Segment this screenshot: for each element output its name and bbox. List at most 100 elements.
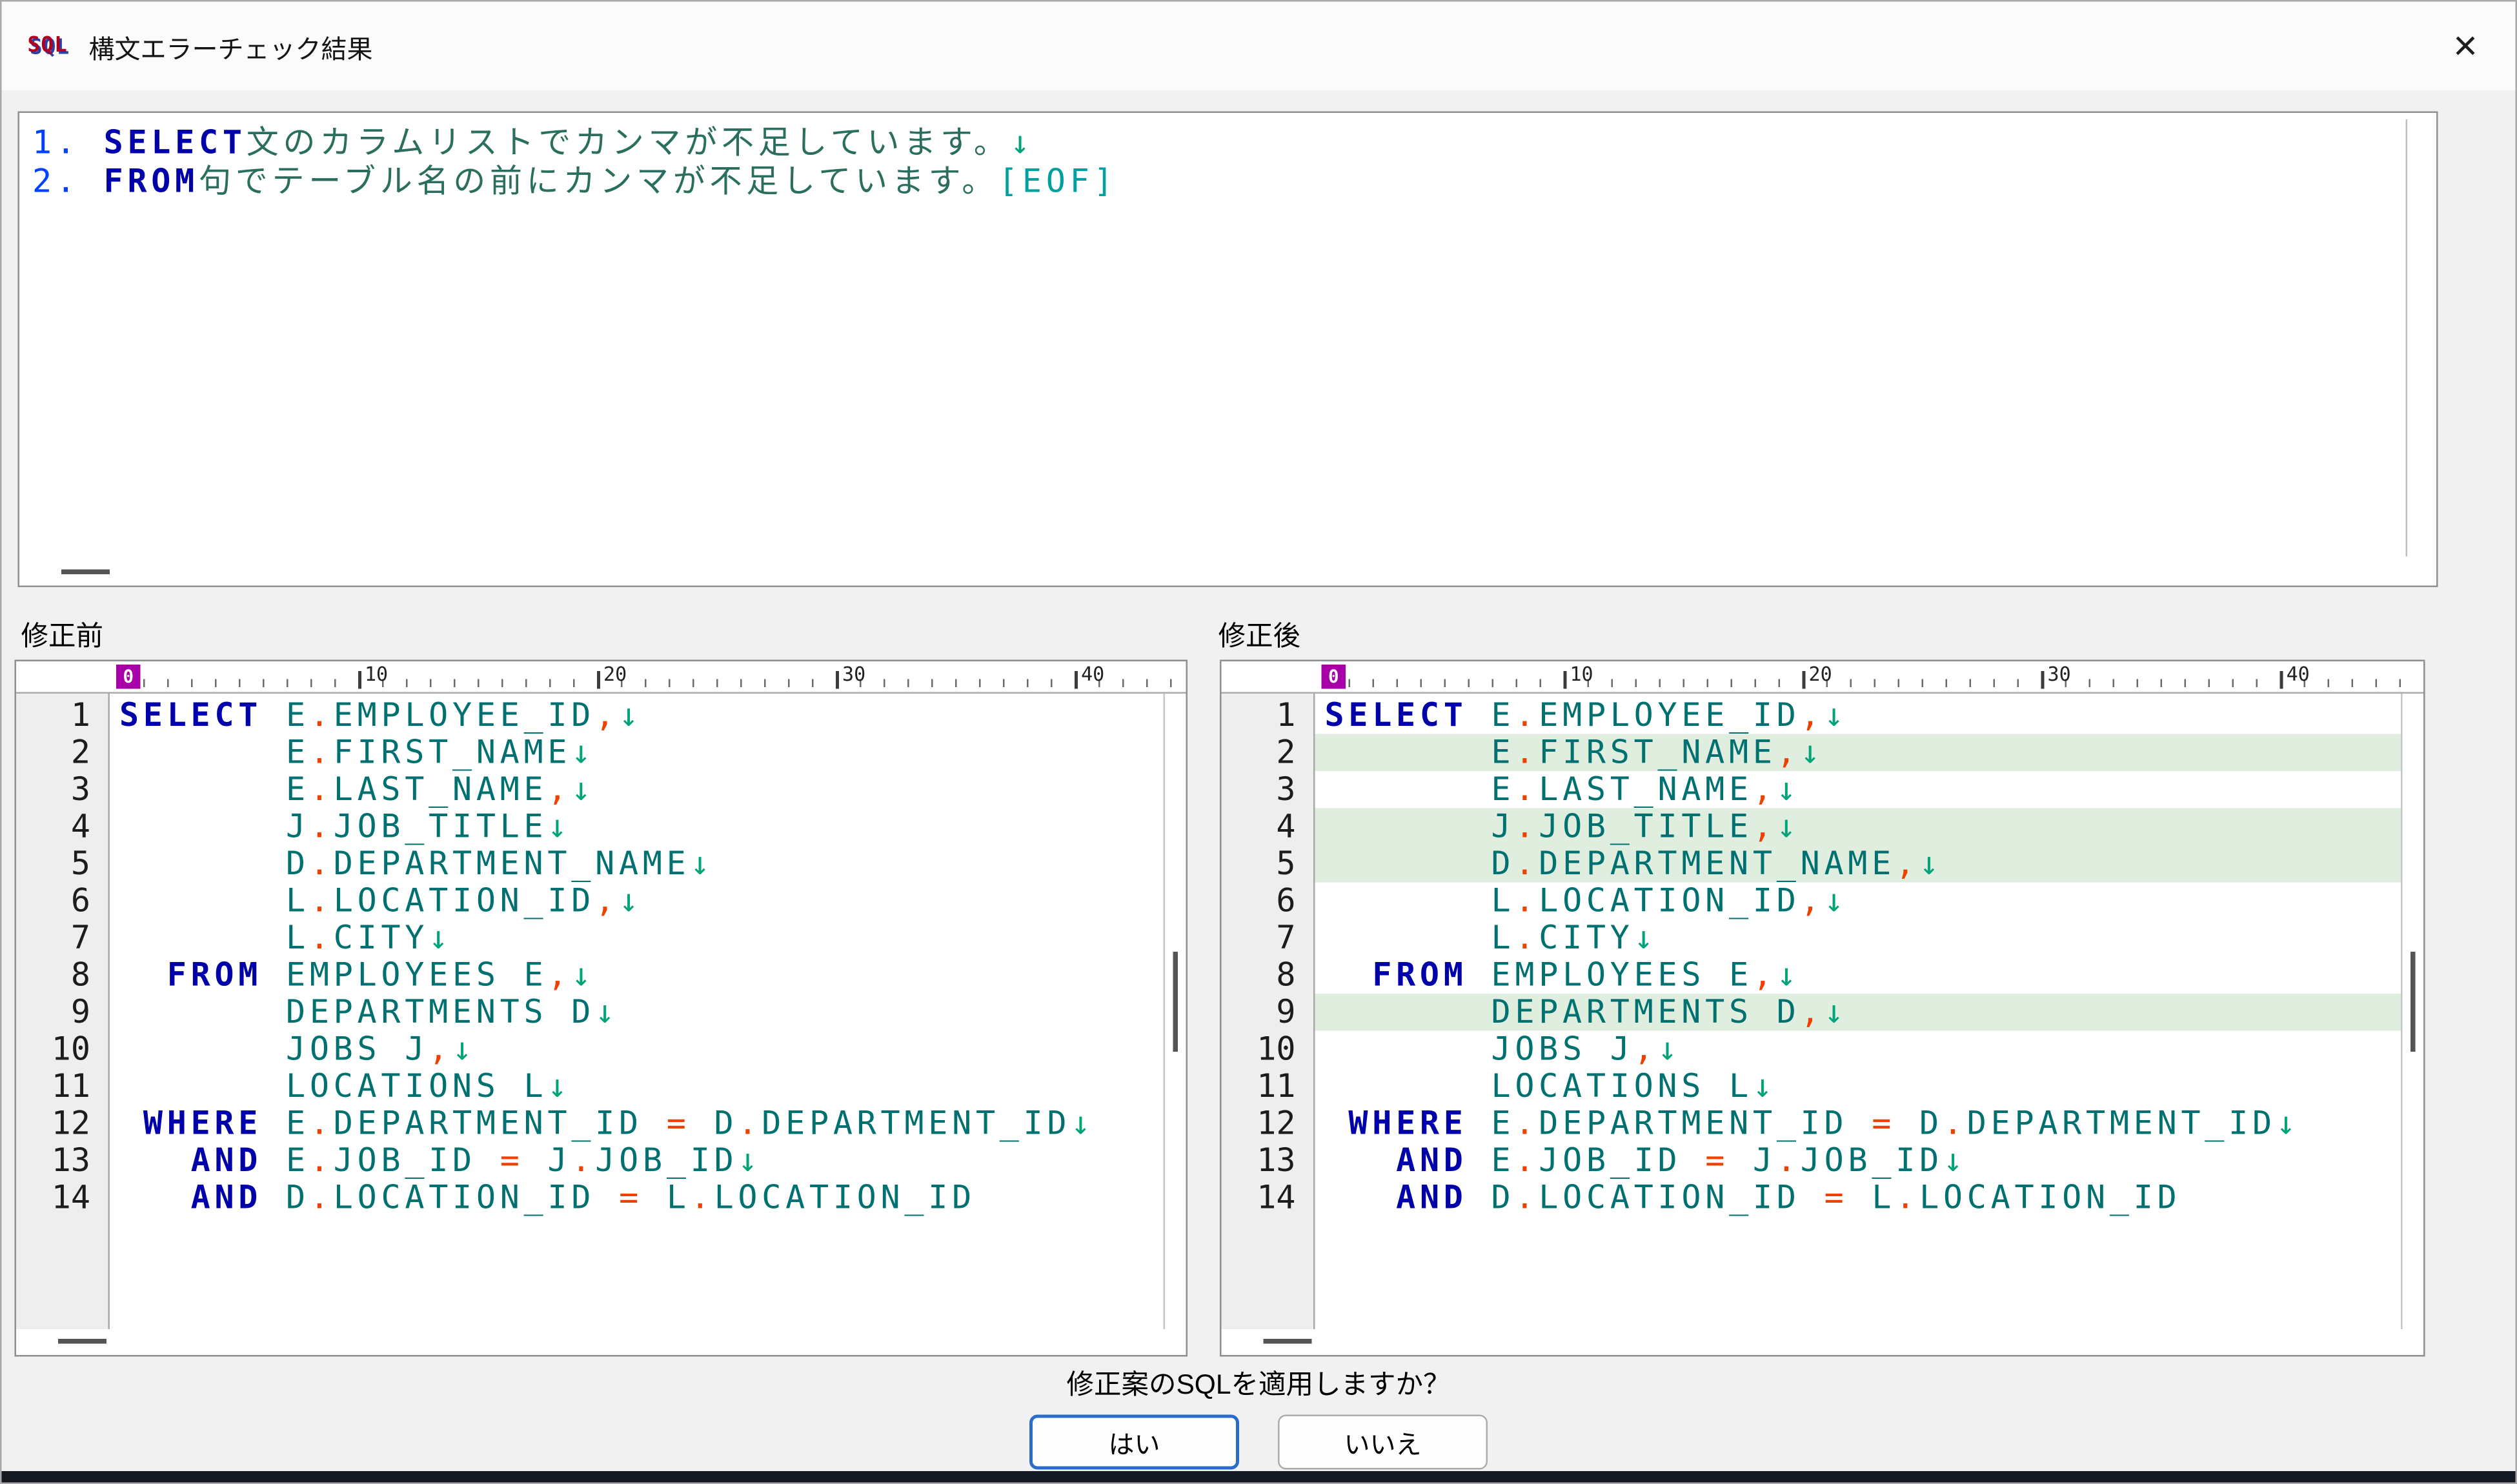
ruler-label: 30: [2048, 663, 2071, 686]
ruler-major-tick: [1564, 671, 1567, 689]
sql-app-icon: SQL: [28, 34, 68, 59]
ruler-major-tick: [358, 671, 361, 689]
close-button[interactable]: ×: [2432, 12, 2500, 79]
code-line: J.JOB_TITLE↓: [110, 808, 1164, 846]
title-bar[interactable]: SQL 構文エラーチェック結果 ×: [2, 2, 2516, 91]
code-line: L.CITY↓: [110, 919, 1164, 957]
code-line: DEPARTMENTS D↓: [110, 994, 1164, 1031]
error-message-panel: 1. SELECT文のカラムリストでカンマが不足しています。↓2. FROM句で…: [18, 112, 2438, 588]
line-number-gutter: 1234567891011121314: [16, 694, 110, 1329]
column-ruler: 0 10203040: [1222, 661, 2424, 694]
code-line: FROM EMPLOYEES E,↓: [1315, 957, 2401, 994]
code-line: SELECT E.EMPLOYEE_ID,↓: [1315, 697, 2401, 734]
code-line: L.CITY↓: [1315, 919, 2401, 957]
line-number: 12: [16, 1105, 108, 1143]
code-line: L.LOCATION_ID,↓: [110, 883, 1164, 920]
line-number: 6: [1222, 883, 1314, 920]
vertical-scrollbar-thumb[interactable]: [2411, 952, 2416, 1052]
code-line: J.JOB_TITLE,↓: [1315, 808, 2401, 846]
code-line: JOBS J,↓: [1315, 1031, 2401, 1068]
horizontal-scrollbar-thumb[interactable]: [58, 1339, 106, 1344]
vertical-scrollbar-thumb[interactable]: [1173, 952, 1178, 1052]
line-number: 13: [1222, 1142, 1314, 1179]
line-number: 2: [16, 734, 108, 772]
ruler-label: 10: [1570, 663, 1593, 686]
ruler-ticks: [119, 679, 1183, 688]
code-line: AND E.JOB_ID = J.JOB_ID↓: [1315, 1142, 2401, 1179]
bottom-edge: [2, 1471, 2516, 1483]
ruler-label: 40: [1081, 663, 1104, 686]
line-number: 7: [1222, 919, 1314, 957]
horizontal-scrollbar[interactable]: [1222, 1329, 2424, 1355]
line-number: 1: [1222, 697, 1314, 734]
after-label: 修正後: [1218, 613, 1301, 654]
line-number: 5: [1222, 845, 1314, 883]
code-line: WHERE E.DEPARTMENT_ID = D.DEPARTMENT_ID↓: [1315, 1105, 2401, 1143]
line-number: 5: [16, 845, 108, 883]
code-line: AND D.LOCATION_ID = L.LOCATION_ID: [1315, 1179, 2401, 1217]
vertical-scrollbar[interactable]: [1164, 694, 1186, 1329]
code-line: D.DEPARTMENT_NAME,↓: [1315, 845, 2401, 883]
line-number: 14: [16, 1179, 108, 1217]
ruler-major-tick: [2280, 671, 2283, 689]
button-row: はい いいえ: [2, 1415, 2516, 1470]
code-line: JOBS J,↓: [110, 1031, 1164, 1068]
error-horizontal-scrollbar[interactable]: [19, 560, 2436, 586]
line-number: 2: [1222, 734, 1314, 772]
line-number: 3: [1222, 771, 1314, 808]
line-number: 4: [1222, 808, 1314, 846]
yes-button[interactable]: はい: [1029, 1415, 1239, 1470]
syntax-check-dialog: SQL 構文エラーチェック結果 × 1. SELECT文のカラムリストでカンマが…: [0, 0, 2517, 1484]
line-number: 3: [16, 771, 108, 808]
ruler-major-tick: [597, 671, 600, 689]
code-area[interactable]: SELECT E.EMPLOYEE_ID,↓ E.FIRST_NAME,↓ E.…: [1315, 694, 2401, 1329]
line-number: 6: [16, 883, 108, 920]
vertical-scrollbar[interactable]: [2401, 694, 2423, 1329]
ruler-label: 20: [603, 663, 627, 686]
code-line: SELECT E.EMPLOYEE_ID,↓: [110, 697, 1164, 734]
horizontal-scrollbar-thumb[interactable]: [1264, 1339, 1312, 1344]
horizontal-scrollbar[interactable]: [16, 1329, 1186, 1355]
line-number: 1: [16, 697, 108, 734]
ruler-label: 30: [842, 663, 865, 686]
caret-column-indicator: 0: [1322, 665, 1346, 689]
horizontal-scrollbar-thumb[interactable]: [61, 570, 110, 575]
after-code-panel: 0 10203040 1234567891011121314 SELECT E.…: [1220, 660, 2425, 1357]
line-number: 11: [16, 1068, 108, 1105]
line-number: 11: [1222, 1068, 1314, 1105]
line-number: 13: [16, 1142, 108, 1179]
line-number: 10: [16, 1031, 108, 1068]
ruler-major-tick: [2041, 671, 2045, 689]
column-ruler: 0 10 20 30 40: [16, 661, 1186, 694]
window-title: 構文エラーチェック結果: [88, 26, 372, 65]
code-line: D.DEPARTMENT_NAME↓: [110, 845, 1164, 883]
line-number-gutter: 1234567891011121314: [1222, 694, 1315, 1329]
code-line: LOCATIONS L↓: [110, 1068, 1164, 1105]
code-line: DEPARTMENTS D,↓: [1315, 994, 2401, 1031]
code-line: E.LAST_NAME,↓: [110, 771, 1164, 808]
ruler-major-tick: [1075, 671, 1078, 689]
code-area[interactable]: SELECT E.EMPLOYEE_ID,↓ E.FIRST_NAME↓ E.L…: [110, 694, 1164, 1329]
line-number: 10: [1222, 1031, 1314, 1068]
code-line: AND D.LOCATION_ID = L.LOCATION_ID: [110, 1179, 1164, 1217]
code-line: E.FIRST_NAME↓: [110, 734, 1164, 772]
line-number: 14: [1222, 1179, 1314, 1217]
code-line: WHERE E.DEPARTMENT_ID = D.DEPARTMENT_ID↓: [110, 1105, 1164, 1143]
line-number: 12: [1222, 1105, 1314, 1143]
code-line: FROM EMPLOYEES E,↓: [110, 957, 1164, 994]
ruler-major-tick: [1803, 671, 1806, 689]
before-label: 修正前: [21, 613, 104, 654]
line-number: 4: [16, 808, 108, 846]
code-body: 1234567891011121314 SELECT E.EMPLOYEE_ID…: [1222, 694, 2424, 1329]
error-vertical-scrollbar[interactable]: [2406, 119, 2408, 557]
caret-column-indicator: 0: [116, 665, 141, 689]
ruler-label: 10: [365, 663, 388, 686]
ruler-label: 20: [1809, 663, 1832, 686]
no-button[interactable]: いいえ: [1278, 1415, 1488, 1470]
line-number: 8: [1222, 957, 1314, 994]
ruler-major-tick: [836, 671, 839, 689]
code-line: AND E.JOB_ID = J.JOB_ID↓: [110, 1142, 1164, 1179]
line-number: 7: [16, 919, 108, 957]
line-number: 8: [16, 957, 108, 994]
apply-question: 修正案のSQLを適用しますか？: [2, 1361, 2516, 1402]
